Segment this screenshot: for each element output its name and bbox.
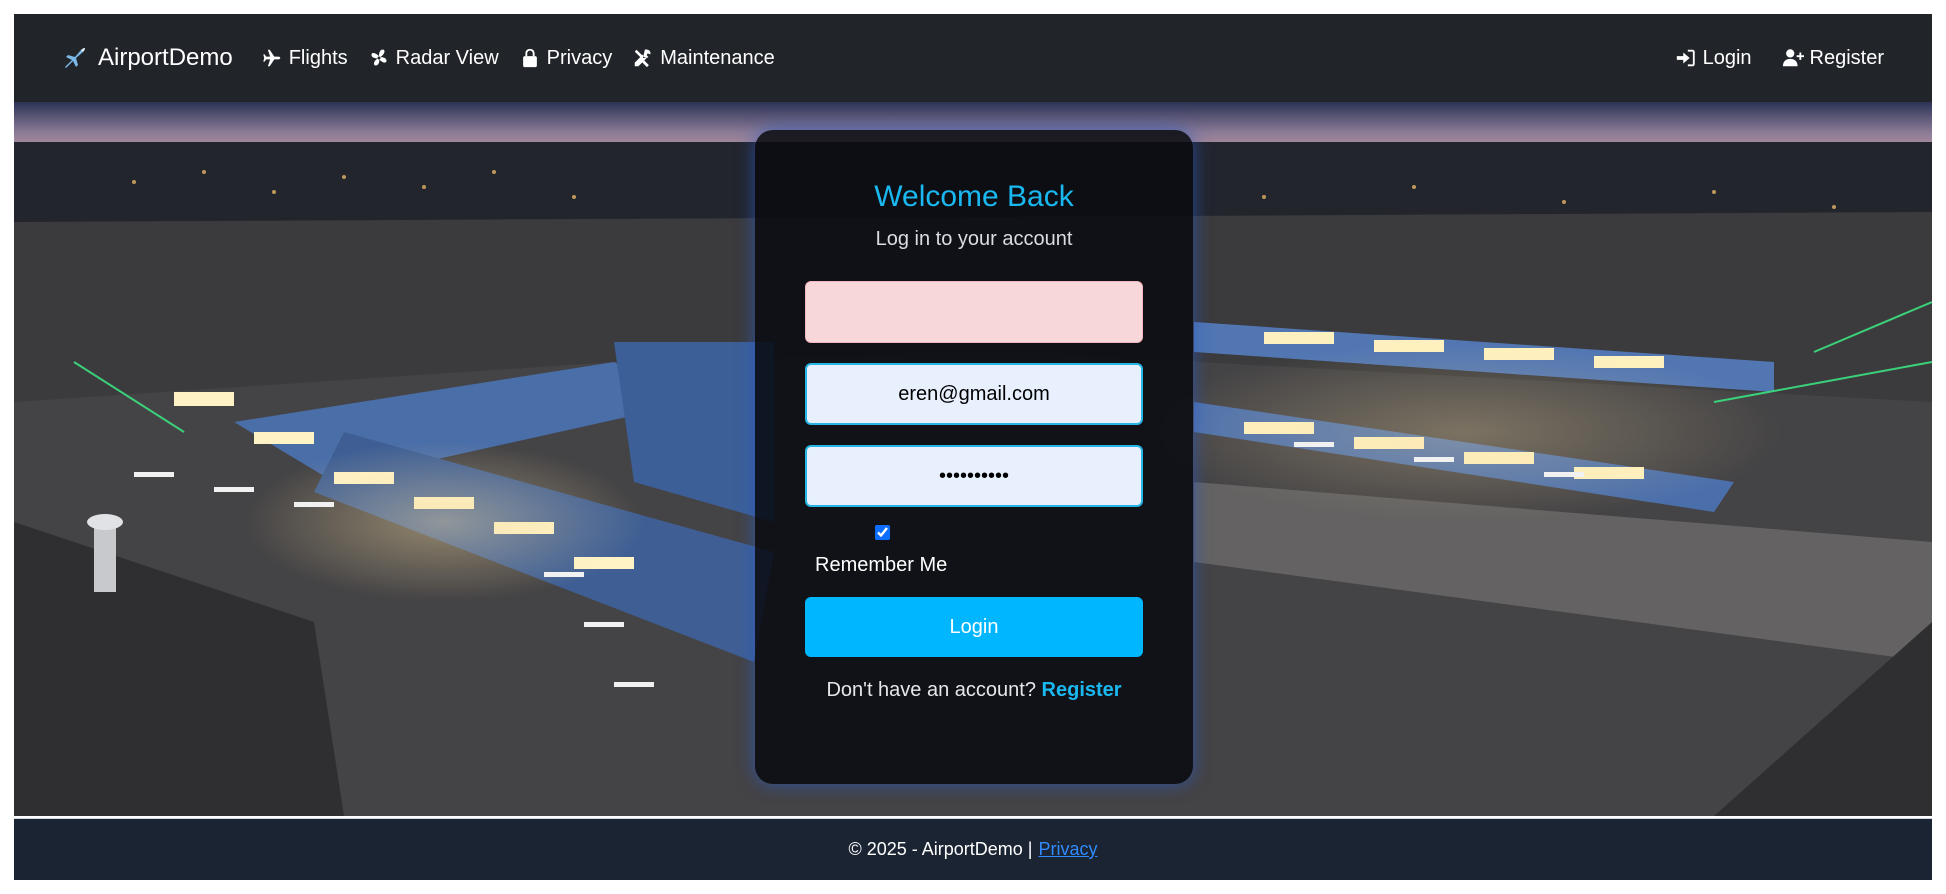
brand-name: AirportDemo (98, 44, 233, 71)
navbar: AirportDemo Flights Radar View Privacy M… (14, 14, 1932, 102)
nav-link-register[interactable]: Register (1782, 47, 1884, 70)
register-prompt: Don't have an account? Register (826, 679, 1121, 702)
nav-link-label: Register (1809, 46, 1884, 69)
nav-link-radar-view[interactable]: Radar View (368, 47, 499, 70)
username-field[interactable] (805, 281, 1143, 343)
nav-link-login[interactable]: Login (1675, 47, 1752, 70)
remember-me-group: Remember Me (805, 525, 1143, 577)
lock-icon (522, 48, 537, 68)
password-field[interactable] (805, 445, 1143, 507)
register-link[interactable]: Register (1042, 679, 1122, 701)
remember-me-label: Remember Me (815, 554, 948, 576)
login-subtitle: Log in to your account (875, 228, 1073, 250)
footer-copyright: © 2025 - AirportDemo | (848, 839, 1033, 859)
nav-link-label: Radar View (395, 46, 499, 69)
plane-icon (263, 49, 280, 67)
fan-icon (371, 49, 387, 66)
brand-link[interactable]: AirportDemo (62, 44, 233, 72)
app-frame: AirportDemo Flights Radar View Privacy M… (14, 14, 1932, 880)
email-field[interactable] (805, 363, 1143, 425)
hero-background: Welcome Back Log in to your account Reme… (14, 102, 1932, 816)
nav-link-privacy[interactable]: Privacy (519, 46, 613, 70)
footer-privacy-link[interactable]: Privacy (1039, 839, 1098, 860)
nav-link-label: Flights (288, 46, 348, 69)
nav-link-maintenance[interactable]: Maintenance (632, 47, 775, 70)
nav-links: Flights Radar View Privacy Maintenance (261, 47, 775, 70)
nav-link-label: Login (1702, 46, 1752, 69)
no-account-text: Don't have an account? (826, 679, 1036, 701)
remember-me-checkbox[interactable] (875, 525, 890, 540)
nav-link-label: Privacy (546, 46, 613, 69)
tools-icon (634, 49, 651, 68)
login-title: Welcome Back (874, 180, 1074, 213)
sign-in-icon (1676, 49, 1695, 67)
airplane-logo-icon (65, 48, 85, 68)
nav-link-label: Maintenance (660, 46, 775, 69)
nav-link-flights[interactable]: Flights (261, 47, 348, 70)
nav-right: Login Register (1675, 47, 1884, 70)
user-plus-icon (1782, 49, 1804, 67)
footer: © 2025 - AirportDemo | Privacy (14, 818, 1932, 880)
login-button[interactable]: Login (805, 597, 1143, 657)
login-card: Welcome Back Log in to your account Reme… (755, 130, 1193, 784)
